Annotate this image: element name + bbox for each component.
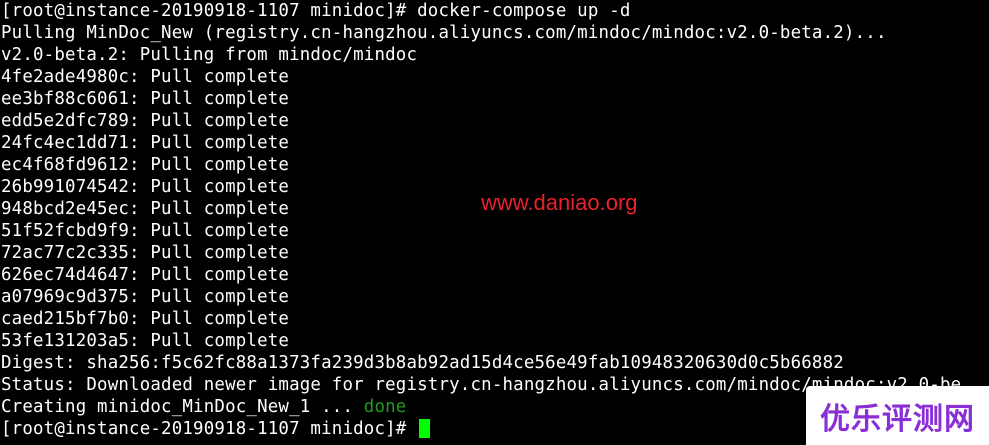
done-status: done	[363, 397, 407, 417]
terminal-window[interactable]: [root@instance-20190918-1107 minidoc]# d…	[0, 0, 989, 445]
terminal-line-layer: caed215bf7b0: Pull complete	[1, 309, 290, 329]
terminal-line-digest: Digest: sha256:f5c62fc88a1373fa239d3b8ab…	[1, 353, 844, 373]
shell-prompt: [root@instance-20190918-1107 minidoc]#	[1, 419, 418, 439]
terminal-line-layer: ec4f68fd9612: Pull complete	[1, 155, 290, 175]
terminal-line-layer: 4fe2ade4980c: Pull complete	[1, 67, 290, 87]
watermark-url: www.daniao.org	[481, 190, 638, 215]
terminal-line-layer: edd5e2dfc789: Pull complete	[1, 111, 290, 131]
terminal-line-pulling: Pulling MinDoc_New (registry.cn-hangzhou…	[1, 23, 887, 43]
terminal-cursor	[419, 419, 431, 438]
terminal-line-layer: 53fe131203a5: Pull complete	[1, 331, 290, 351]
terminal-line-layer: a07969c9d375: Pull complete	[1, 287, 290, 307]
terminal-line-layer: 51f52fcbd9f9: Pull complete	[1, 221, 290, 241]
terminal-line-layer: 626ec74d4647: Pull complete	[1, 265, 290, 285]
terminal-line-pulling-from: v2.0-beta.2: Pulling from mindoc/mindoc	[1, 45, 418, 65]
terminal-line-layer: 72ac77c2c335: Pull complete	[1, 243, 290, 263]
terminal-line-layer: ee3bf88c6061: Pull complete	[1, 89, 290, 109]
terminal-line-command: [root@instance-20190918-1107 minidoc]# d…	[1, 1, 631, 21]
terminal-line-layer: 24fc4ec1dd71: Pull complete	[1, 133, 290, 153]
creating-text: Creating minidoc_MinDoc_New_1 ...	[1, 397, 364, 417]
brand-watermark-logo: 优乐评测网	[806, 386, 989, 445]
